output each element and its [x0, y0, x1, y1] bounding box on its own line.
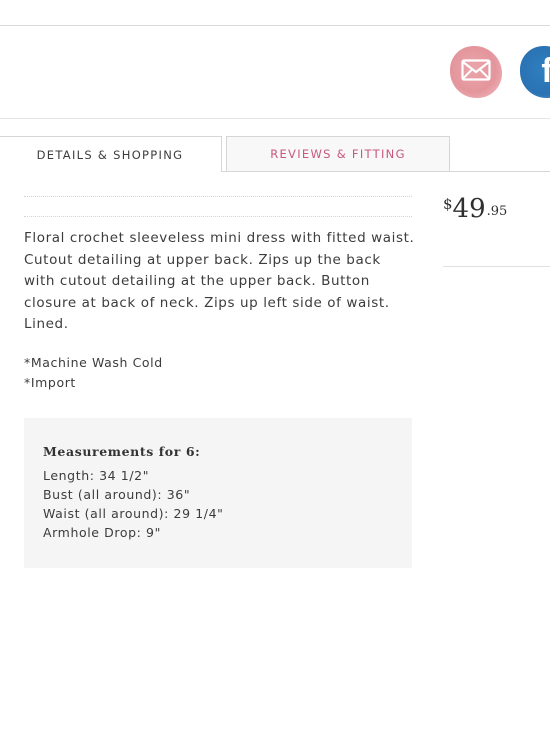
dotted-divider: [24, 216, 412, 217]
tab-label: REVIEWS & FITTING: [270, 147, 406, 161]
price-cents: .95: [486, 204, 508, 219]
price-currency: $: [443, 195, 453, 213]
measurement-item: Waist (all around): 29 1/4": [43, 506, 224, 521]
product-description: Floral crochet sleeveless mini dress wit…: [24, 230, 415, 332]
svg-text:f: f: [541, 52, 550, 90]
price-divider: [443, 266, 550, 267]
price-dollars: 49: [452, 194, 486, 224]
dotted-divider: [24, 196, 412, 197]
care-info: *Machine Wash Cold *Import: [24, 353, 163, 392]
header-divider: [0, 118, 550, 119]
measurements-panel: Measurements for 6: Length: 34 1/2" Bust…: [24, 418, 412, 568]
product-price: $49.95: [443, 194, 507, 224]
care-item: *Import: [24, 374, 76, 390]
measurements-list: Length: 34 1/2" Bust (all around): 36" W…: [43, 466, 224, 542]
email-share-button[interactable]: [450, 46, 502, 98]
measurements-title: Measurements for 6:: [43, 444, 201, 459]
measurement-item: Bust (all around): 36": [43, 487, 191, 502]
facebook-icon: f: [531, 50, 550, 94]
tab-label: DETAILS & SHOPPING: [36, 147, 184, 162]
envelope-icon: [461, 59, 491, 85]
tab-details-shopping[interactable]: DETAILS & SHOPPING: [0, 136, 222, 172]
care-item: *Machine Wash Cold: [24, 355, 163, 370]
top-divider: [0, 25, 550, 26]
measurement-item: Length: 34 1/2": [43, 468, 150, 483]
facebook-share-button[interactable]: f: [520, 46, 550, 98]
tab-reviews-fitting[interactable]: REVIEWS & FITTING: [226, 136, 450, 171]
measurement-item: Armhole Drop: 9": [43, 525, 161, 540]
